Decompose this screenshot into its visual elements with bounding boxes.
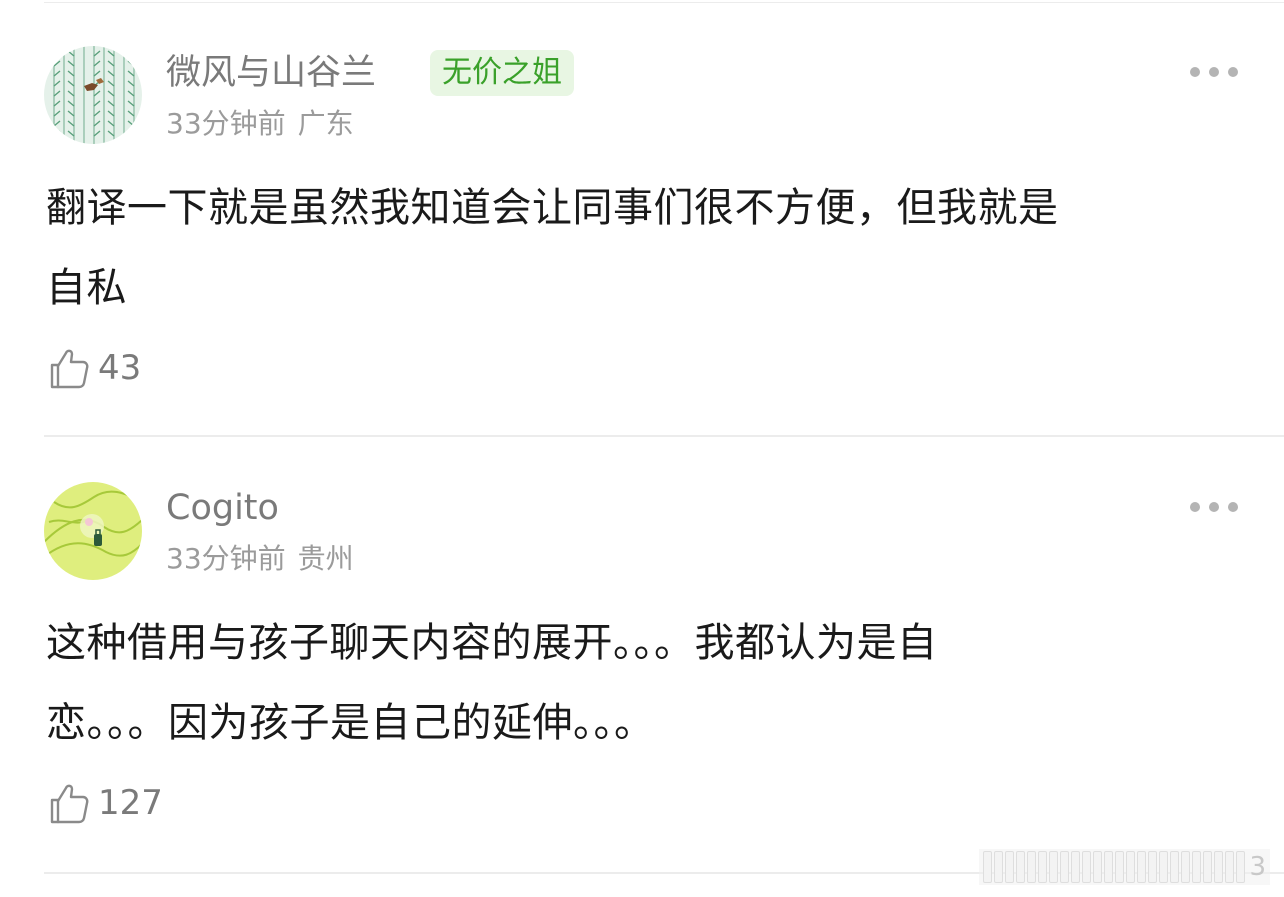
comment-text-line: 恋。。。因为孩子是自己的延伸。。。 (46, 700, 655, 746)
thumbs-up-icon (50, 349, 89, 389)
like-count: 127 (98, 783, 163, 823)
watermark: 3 (979, 849, 1270, 885)
user-badge[interactable]: 无价之姐 (430, 50, 574, 96)
username[interactable]: 微风与山谷兰 (166, 51, 376, 95)
like-count: 43 (98, 348, 142, 388)
username[interactable]: Cogito (166, 486, 279, 530)
thumbs-up-icon (50, 784, 89, 824)
comment-text: 翻译一下就是虽然我知道会让同事们很不方便，但我就是 自私 (46, 168, 1246, 328)
like-button[interactable]: 127 (46, 779, 163, 827)
avatar-image (44, 482, 142, 580)
more-horizontal-icon[interactable] (1190, 62, 1238, 82)
comment-text-line: 翻译一下就是虽然我知道会让同事们很不方便，但我就是 (46, 185, 1059, 231)
like-button[interactable]: 43 (46, 344, 141, 392)
comment-location: 贵州 (297, 542, 354, 575)
more-horizontal-icon[interactable] (1190, 497, 1238, 517)
avatar-image (44, 46, 142, 144)
avatar[interactable] (44, 46, 142, 144)
avatar[interactable] (44, 482, 142, 580)
comment-meta: 33分钟前 贵州 (166, 541, 354, 577)
comment-text: 这种借用与孩子聊天内容的展开。。。我都认为是自 恋。。。因为孩子是自己的延伸。。… (46, 603, 1246, 763)
watermark-char: 3 (1249, 852, 1266, 882)
comment-text-line: 自私 (46, 265, 127, 311)
comment-time: 33分钟前 (166, 107, 286, 140)
comment-feed: 微风与山谷兰 无价之姐 33分钟前 广东 翻译一下就是虽然我知道会让同事们很不方便… (0, 0, 1284, 897)
comment-location: 广东 (297, 107, 354, 140)
comment-item: Cogito 33分钟前 贵州 这种借用与孩子聊天内容的展开。。。我都认为是自 恋… (0, 437, 1284, 874)
comment-item: 微风与山谷兰 无价之姐 33分钟前 广东 翻译一下就是虽然我知道会让同事们很不方便… (0, 0, 1284, 437)
comment-text-line: 这种借用与孩子聊天内容的展开。。。我都认为是自 (46, 620, 938, 666)
comment-time: 33分钟前 (166, 542, 286, 575)
comment-meta: 33分钟前 广东 (166, 106, 354, 142)
